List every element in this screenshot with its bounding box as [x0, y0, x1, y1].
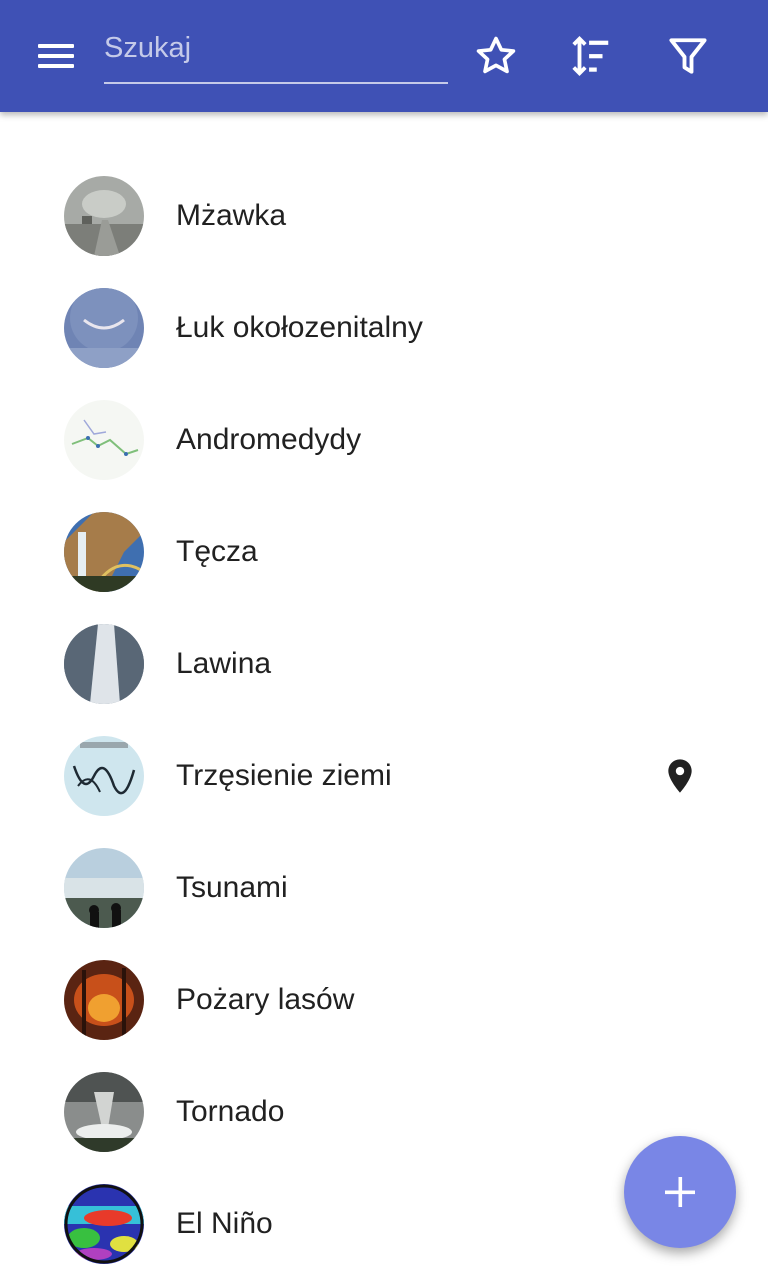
search-input[interactable] — [104, 26, 444, 70]
item-label: Łuk okołozenitalny — [176, 311, 423, 344]
star-icon — [476, 36, 516, 74]
search-field — [104, 20, 448, 84]
item-thumbnail — [64, 624, 144, 704]
list-item[interactable]: Tęcza — [0, 496, 768, 608]
plus-icon — [665, 1177, 695, 1207]
item-thumbnail — [64, 1072, 144, 1152]
app-bar — [0, 0, 768, 112]
sort-icon — [572, 36, 609, 76]
item-thumbnail — [64, 400, 144, 480]
list-item[interactable]: Lawina — [0, 608, 768, 720]
item-label: Trzęsienie ziemi — [176, 759, 392, 792]
filter-button[interactable] — [660, 28, 716, 84]
list-item[interactable]: Pożary lasów — [0, 944, 768, 1056]
add-button[interactable] — [624, 1136, 736, 1248]
item-label: Tęcza — [176, 535, 258, 568]
item-label: Lawina — [176, 647, 272, 680]
list-item[interactable]: Andromedydy — [0, 384, 768, 496]
item-thumbnail — [64, 1184, 144, 1264]
sort-button[interactable] — [563, 28, 619, 84]
item-thumbnail — [64, 176, 144, 256]
phenomena-list: Mżawka Łuk okołozenitalny Andromedydy Tę… — [0, 160, 768, 1280]
item-thumbnail — [64, 848, 144, 928]
item-label: Pożary lasów — [176, 983, 355, 1016]
list-item[interactable]: Trzęsienie ziemi — [0, 720, 768, 832]
item-label: Mżawka — [176, 199, 287, 232]
list-item[interactable]: Mżawka — [0, 160, 768, 272]
list-item[interactable]: Łuk okołozenitalny — [0, 272, 768, 384]
list-item[interactable]: Tsunami — [0, 832, 768, 944]
item-label: El Niño — [176, 1207, 273, 1240]
item-thumbnail — [64, 736, 144, 816]
item-thumbnail — [64, 512, 144, 592]
item-label: Tornado — [176, 1095, 285, 1128]
item-label: Tsunami — [176, 871, 288, 904]
item-thumbnail — [64, 288, 144, 368]
item-thumbnail — [64, 960, 144, 1040]
filter-icon — [669, 38, 707, 74]
menu-button[interactable] — [24, 32, 88, 80]
location-pin-icon[interactable] — [660, 754, 700, 798]
item-label: Andromedydy — [176, 423, 362, 456]
favorites-button[interactable] — [468, 28, 524, 84]
